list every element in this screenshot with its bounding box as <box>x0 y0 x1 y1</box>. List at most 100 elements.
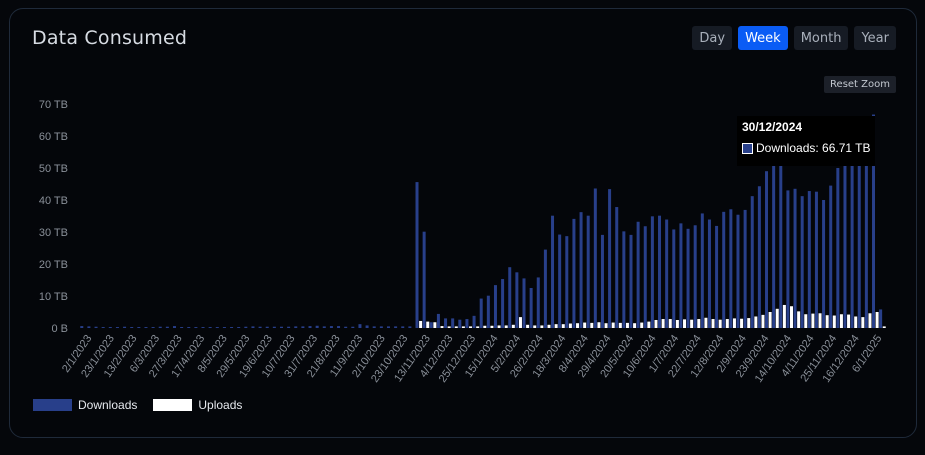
bar-uploads <box>690 319 694 328</box>
bar-uploads <box>882 326 886 328</box>
tooltip-series-swatch <box>742 142 753 154</box>
bar-downloads <box>629 234 633 328</box>
bar-downloads <box>707 219 711 328</box>
bar-uploads <box>640 322 644 328</box>
bar-uploads <box>782 304 786 328</box>
bar-uploads <box>540 325 544 328</box>
bar-downloads <box>829 185 833 328</box>
bar-uploads <box>790 306 794 328</box>
bar-downloads <box>658 215 662 328</box>
bar-downloads <box>123 326 127 328</box>
bar-uploads <box>590 322 594 328</box>
bar-downloads <box>301 326 305 328</box>
bar-downloads <box>222 327 226 328</box>
tooltip-date: 30/12/2024 <box>742 120 803 134</box>
bar-uploads <box>419 320 423 328</box>
bar-downloads <box>287 326 291 328</box>
bar-downloads <box>786 190 790 328</box>
bar-downloads <box>386 326 390 328</box>
bar-downloads <box>158 326 162 328</box>
bar-downloads <box>444 318 448 328</box>
bar-downloads <box>344 326 348 328</box>
legend-swatch-downloads <box>33 399 72 411</box>
bar-uploads <box>875 312 879 328</box>
bar-uploads <box>847 314 851 328</box>
legend-item-downloads[interactable]: Downloads <box>33 398 137 412</box>
bar-uploads <box>554 324 558 328</box>
bar-uploads <box>704 317 708 328</box>
y-tick-label: 30 TB <box>39 227 68 239</box>
bar-downloads <box>679 223 683 328</box>
y-tick-label: 10 TB <box>39 291 68 303</box>
bar-downloads <box>165 326 169 328</box>
bar-downloads <box>394 326 398 328</box>
bar-downloads <box>458 319 462 328</box>
bar-downloads <box>472 315 476 328</box>
bar-downloads <box>322 326 326 328</box>
bar-uploads <box>675 320 679 328</box>
bar-uploads <box>761 314 765 328</box>
bar-downloads <box>814 191 818 328</box>
bar-downloads <box>501 279 505 328</box>
bar-downloads <box>194 327 198 328</box>
legend-label-uploads: Uploads <box>198 398 243 412</box>
bar-downloads <box>822 200 826 328</box>
bar-uploads <box>497 325 501 328</box>
bar-downloads <box>215 327 219 328</box>
bar-downloads <box>529 288 533 328</box>
bar-uploads <box>483 325 487 328</box>
legend-item-uploads[interactable]: Uploads <box>153 398 242 412</box>
bar-uploads <box>647 321 651 328</box>
bar-uploads <box>469 326 473 328</box>
bar-downloads <box>836 168 840 328</box>
bar-uploads <box>654 320 658 328</box>
data-consumed-chart[interactable]: 0 B10 TB20 TB30 TB40 TB50 TB60 TB70 TB2/… <box>0 0 925 455</box>
bar-downloads <box>87 326 91 328</box>
bar-downloads <box>636 221 640 328</box>
bar-downloads <box>522 278 526 328</box>
bar-downloads <box>643 226 647 328</box>
bar-downloads <box>772 161 776 328</box>
bar-downloads <box>572 218 576 328</box>
bar-uploads <box>533 325 537 328</box>
bar-uploads <box>561 324 565 328</box>
bar-uploads <box>668 319 672 328</box>
bar-downloads <box>736 214 740 328</box>
bar-downloads <box>650 216 654 328</box>
bar-uploads <box>825 315 829 328</box>
bar-downloads <box>593 188 597 328</box>
bar-downloads <box>757 186 761 328</box>
bar-uploads <box>775 308 779 328</box>
bar-downloads <box>265 326 269 328</box>
bar-downloads <box>879 309 883 328</box>
bar-downloads <box>551 215 555 328</box>
bar-downloads <box>429 322 433 328</box>
y-tick-label: 60 TB <box>39 131 68 143</box>
bar-downloads <box>743 209 747 328</box>
bar-downloads <box>807 191 811 328</box>
bar-downloads <box>372 326 376 328</box>
bar-downloads <box>329 326 333 328</box>
bar-downloads <box>230 327 234 328</box>
bar-uploads <box>811 313 815 328</box>
bar-downloads <box>451 318 455 328</box>
bar-downloads <box>408 326 412 328</box>
bar-downloads <box>479 298 483 328</box>
bar-downloads <box>272 326 276 328</box>
bar-uploads <box>518 317 522 328</box>
bar-downloads <box>436 313 440 328</box>
bar-uploads <box>854 316 858 328</box>
bar-downloads <box>130 327 134 328</box>
bar-downloads <box>750 196 754 328</box>
bar-uploads <box>725 319 729 328</box>
bar-downloads <box>565 236 569 328</box>
bar-downloads <box>864 142 868 328</box>
bar-uploads <box>625 322 629 328</box>
bar-uploads <box>697 319 701 328</box>
bar-uploads <box>861 317 865 328</box>
bar-downloads <box>173 326 176 328</box>
bar-downloads <box>465 319 469 328</box>
bar-downloads <box>401 326 405 328</box>
bar-uploads <box>683 319 687 328</box>
y-tick-label: 40 TB <box>39 195 68 207</box>
